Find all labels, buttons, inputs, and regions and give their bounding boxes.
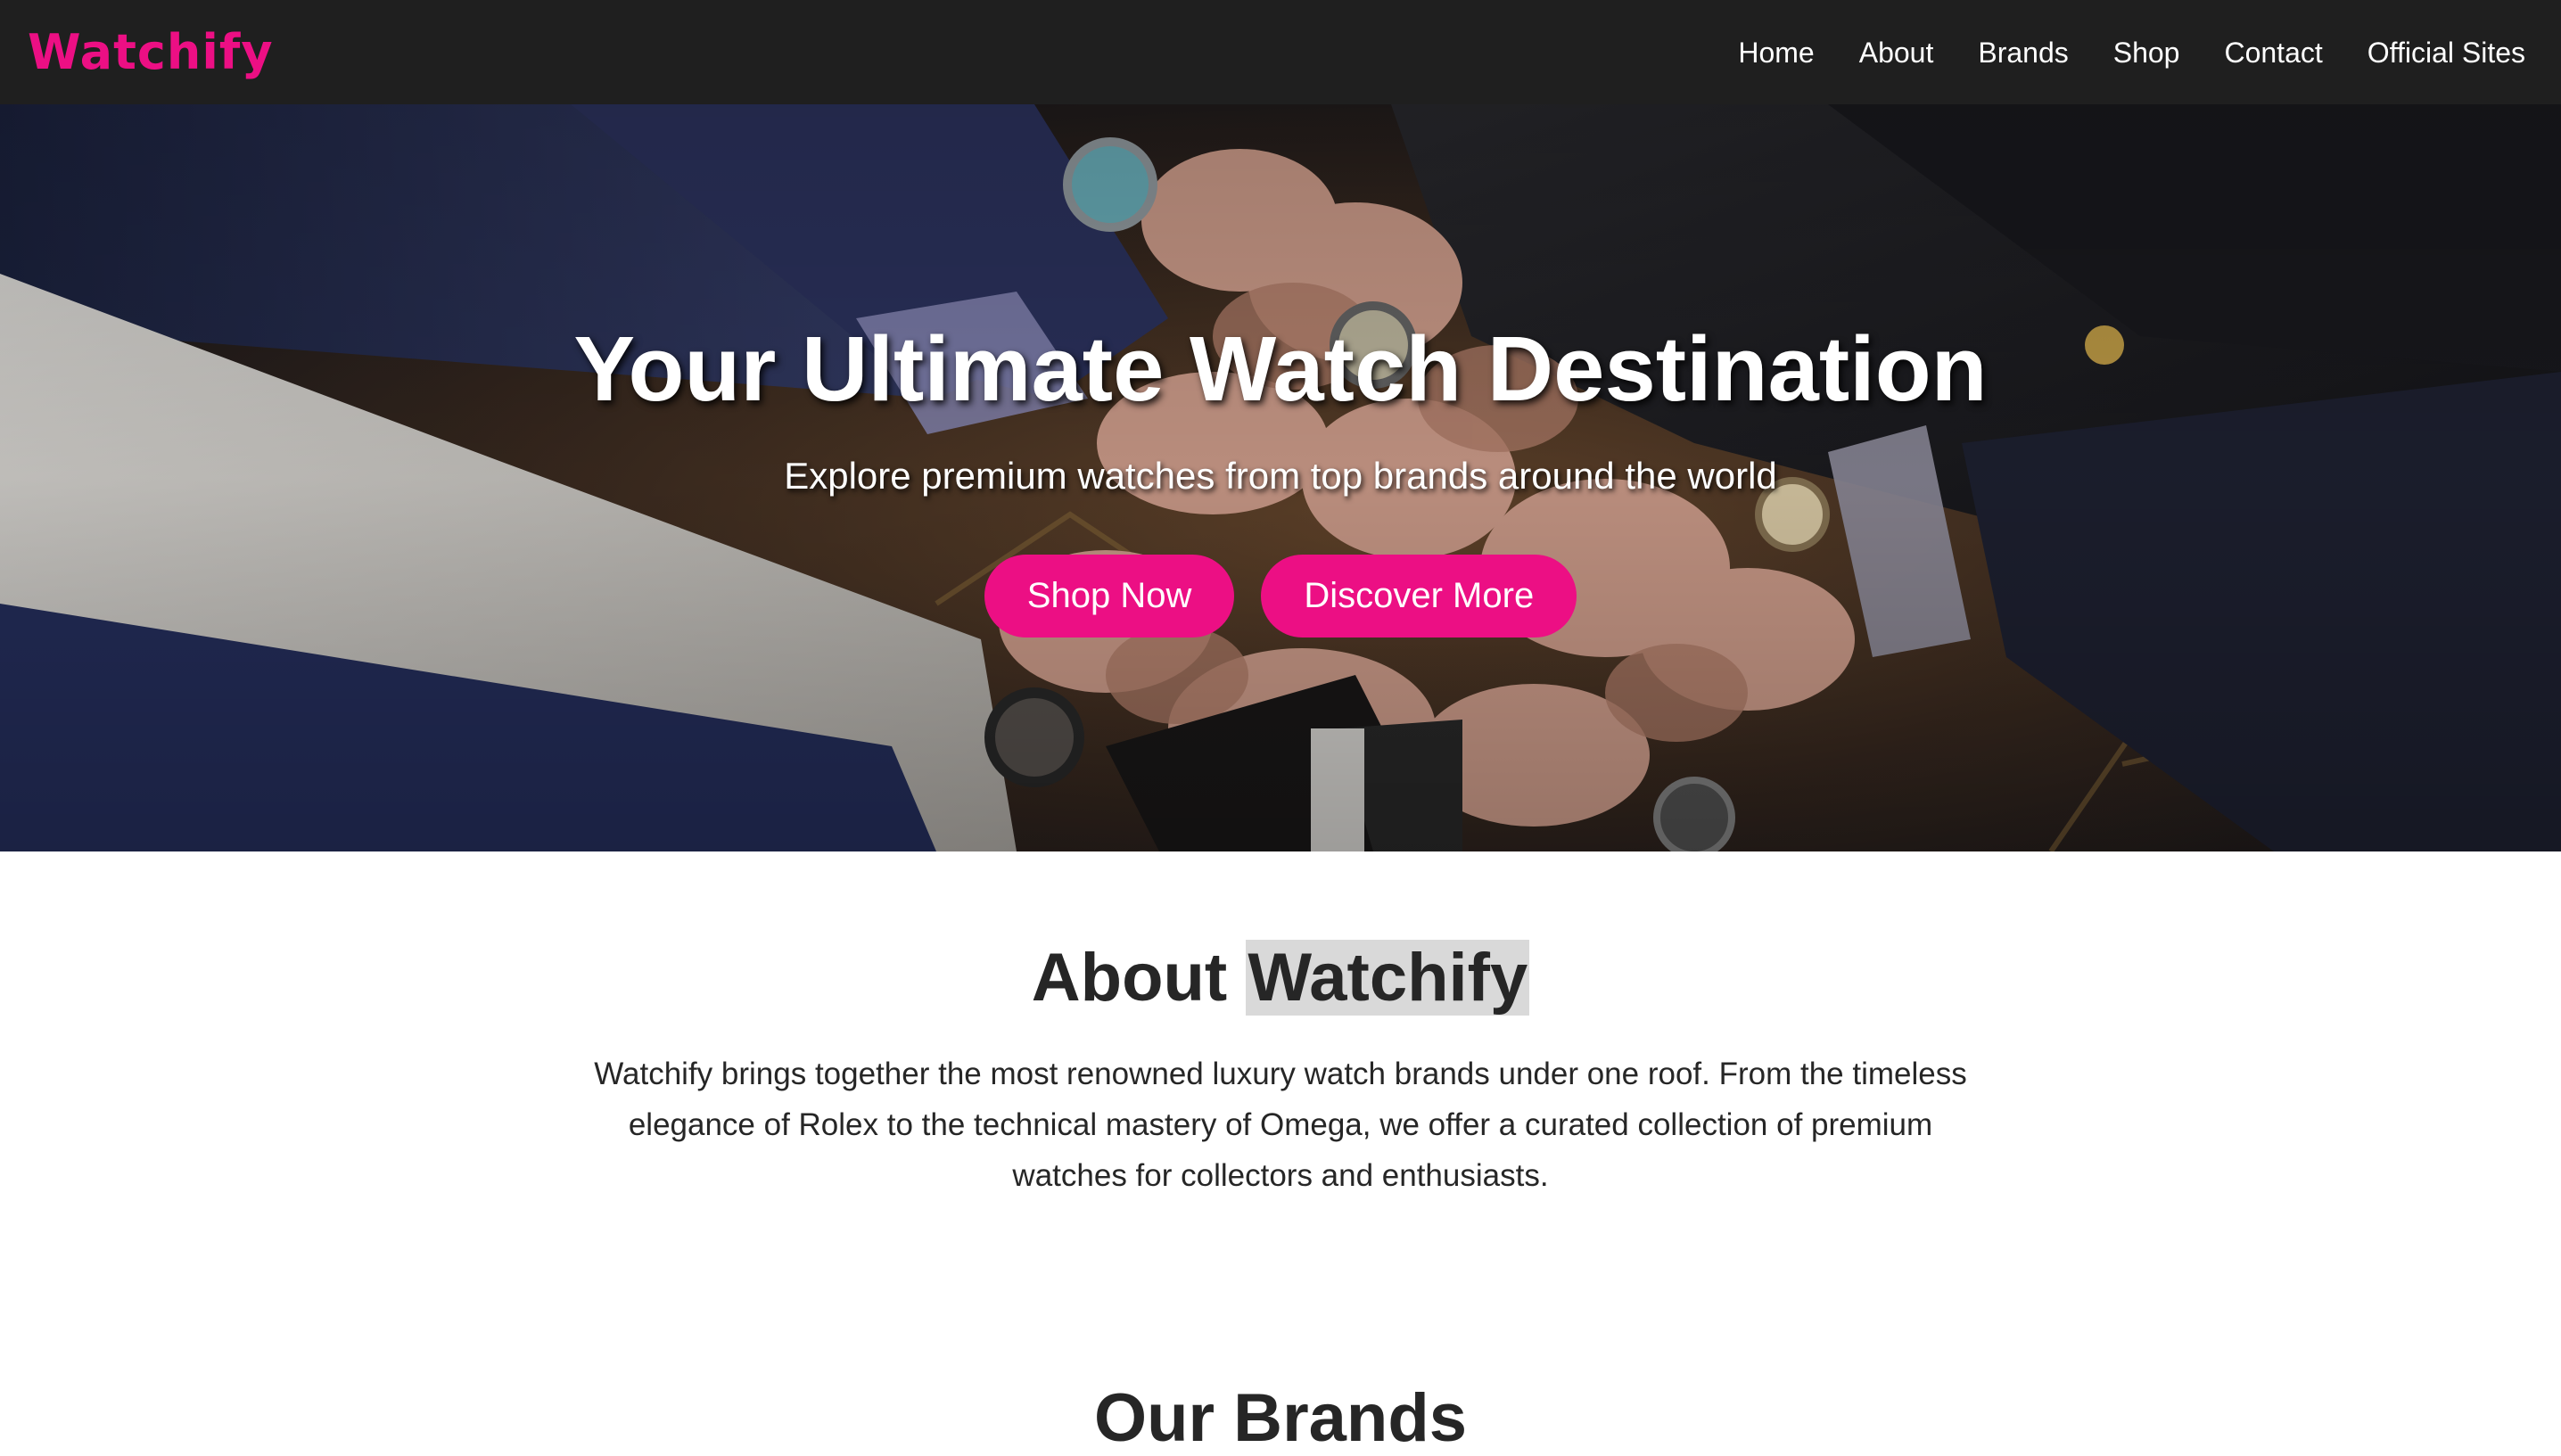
hero-section: Your Ultimate Watch Destination Explore … <box>0 104 2561 851</box>
about-title: About Watchify <box>0 939 2561 1016</box>
hero-subtitle: Explore premium watches from top brands … <box>784 455 1777 497</box>
nav-link-home[interactable]: Home <box>1738 38 1814 67</box>
about-section: About Watchify Watchify brings together … <box>0 851 2561 1201</box>
hero-button-group: Shop Now Discover More <box>0 555 2561 638</box>
about-title-prefix: About <box>1031 940 1228 1016</box>
about-title-highlight: Watchify <box>1246 940 1530 1016</box>
nav-link-shop[interactable]: Shop <box>2113 38 2180 67</box>
about-description: Watchify brings together the most renown… <box>594 1057 1967 1194</box>
brands-title: Our Brands <box>1093 1380 1468 1456</box>
nav-link-contact[interactable]: Contact <box>2224 38 2322 67</box>
nav-link-official-sites[interactable]: Official Sites <box>2367 38 2525 67</box>
shop-now-button[interactable]: Shop Now <box>984 555 1235 638</box>
hero-title: Your Ultimate Watch Destination <box>573 317 1988 420</box>
nav-link-about[interactable]: About <box>1859 38 1934 67</box>
main-nav: Home About Brands Shop Contact Official … <box>1693 38 2525 67</box>
nav-link-brands[interactable]: Brands <box>1978 38 2068 67</box>
discover-more-button[interactable]: Discover More <box>1261 555 1577 638</box>
site-logo[interactable]: Watchify <box>28 28 274 77</box>
navbar: Watchify Home About Brands Shop Contact … <box>0 0 2561 104</box>
hero-content: Your Ultimate Watch Destination Explore … <box>0 104 2561 851</box>
